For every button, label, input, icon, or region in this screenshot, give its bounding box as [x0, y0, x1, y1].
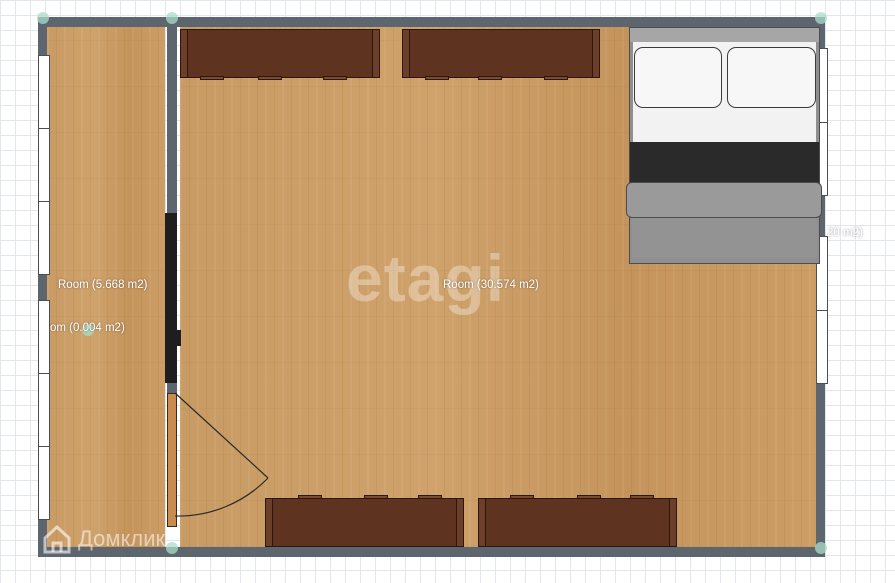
corner-node	[166, 542, 178, 554]
cabinet-leg	[323, 76, 347, 80]
wall-partition-dark	[165, 213, 177, 383]
bed-throw	[626, 182, 822, 218]
cabinet-leg	[478, 76, 502, 80]
wall-top	[38, 17, 825, 27]
window-left-upper	[38, 55, 50, 275]
cabinet-bottom-left	[265, 498, 464, 547]
watermark: etagi	[346, 241, 506, 315]
cabinet-leg	[425, 76, 449, 80]
cabinet-leg	[200, 76, 224, 80]
corner-node	[37, 12, 49, 24]
cabinet-leg	[298, 495, 322, 499]
cabinet-leg	[258, 76, 282, 80]
pillow-right	[727, 47, 816, 108]
logo-text: Домклик	[78, 526, 166, 551]
cabinet-bottom-right	[478, 498, 677, 547]
room-label-left: Room (5.668 m2)	[58, 279, 148, 291]
cabinet-leg	[510, 495, 534, 499]
pillow-left	[634, 47, 722, 108]
radiator-mark	[176, 330, 181, 346]
corner-node	[815, 542, 827, 554]
bed-footboard	[632, 218, 817, 258]
door-swing-arc	[174, 392, 269, 517]
cabinet-leg	[544, 76, 568, 80]
cabinet-leg	[630, 495, 654, 499]
cabinet-top-left	[180, 29, 380, 78]
cabinet-leg	[577, 495, 601, 499]
bed-blanket	[630, 142, 819, 184]
room-label-main: Room (30.574 m2)	[443, 279, 539, 291]
corner-node	[815, 12, 827, 24]
cabinet-leg	[364, 495, 388, 499]
house-icon	[40, 522, 74, 556]
wall-partition	[167, 27, 177, 213]
cabinet-top-right	[402, 29, 600, 78]
domclick-logo: Домклик	[40, 522, 165, 556]
room-label-small: om (0.004 m2)	[50, 322, 125, 334]
bed-headboard	[630, 28, 819, 42]
window-left-lower	[38, 300, 50, 520]
bed	[626, 27, 822, 264]
room-label-right: 20 m2)	[827, 227, 863, 239]
cabinet-leg	[418, 495, 442, 499]
corner-node	[166, 12, 178, 24]
